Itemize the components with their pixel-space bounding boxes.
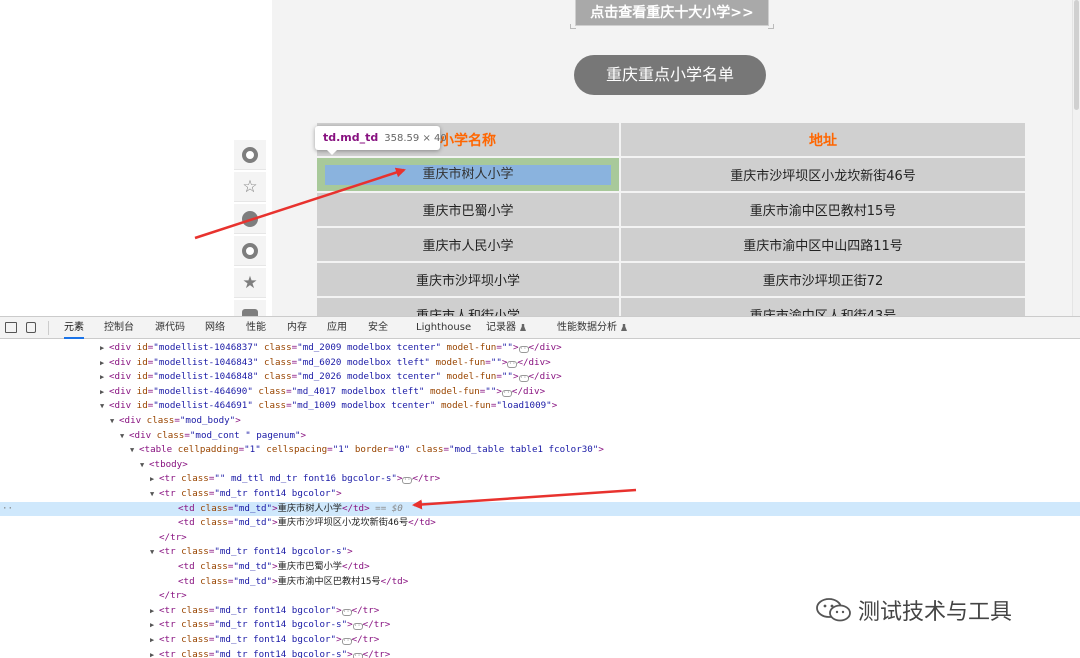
dom-node[interactable]: ▶ <div id="modellist-1046843" class="md_6… [0, 356, 1080, 371]
school-name-cell[interactable]: 重庆市沙坪坝小学 [317, 263, 619, 296]
watermark-text: 测试技术与工具 [858, 600, 1013, 625]
experimental-flask-icon [520, 324, 526, 331]
experimental-flask-icon [621, 324, 627, 331]
weibo-icon [242, 211, 258, 227]
tooltip-tail [326, 149, 338, 155]
inspect-element-icon[interactable] [5, 322, 17, 333]
favorite-share-button[interactable]: ☆ [234, 172, 266, 202]
dom-node[interactable]: ▶ <tr class="md_tr font14 bgcolor">···</t… [0, 633, 1080, 648]
dom-node[interactable]: ▼ <table cellpadding="1" cellspacing="1" … [0, 443, 1080, 458]
tab-lighthouse[interactable]: Lighthouse [416, 317, 471, 339]
tab-network[interactable]: 网络 [205, 317, 225, 339]
qq-icon [242, 243, 258, 259]
dom-node-selected[interactable]: <td class="md_td">重庆市树人小学</td> == $0 ·· [0, 501, 1080, 517]
tab-recorder-label: 记录器 [486, 322, 516, 333]
share-sidebar: ☆ ★ [234, 140, 266, 316]
favorite-star-icon: ☆ [242, 177, 258, 197]
tab-recorder[interactable]: 记录器 [486, 317, 526, 339]
more-share-button[interactable] [234, 300, 266, 316]
dom-node[interactable]: <td class="md_td">重庆市沙坪坝区小龙坎新街46号</td> [0, 516, 1080, 531]
tab-performance[interactable]: 性能 [246, 317, 266, 339]
page-scrollbar-thumb[interactable] [1074, 0, 1079, 110]
link-bracket-right [768, 24, 774, 29]
tab-elements[interactable]: 元素 [64, 317, 84, 339]
link-bracket-left [570, 24, 576, 29]
star-icon: ★ [242, 273, 258, 293]
tooltip-size: 358.59 × 40 [384, 133, 447, 144]
dom-node[interactable]: ▶ <tr class="md_tr font14 bgcolor-s">···<… [0, 648, 1080, 658]
school-list-title: 重庆重点小学名单 [574, 55, 766, 95]
table-row: 重庆市树人小学 重庆市沙坪坝区小龙坎新街46号 [317, 158, 1025, 191]
address-cell[interactable]: 重庆市渝中区中山四路11号 [621, 228, 1025, 261]
wechat-logo-icon [816, 598, 851, 622]
device-toolbar-icon[interactable] [26, 322, 36, 333]
dom-node[interactable]: ▼ <div class="mod_body"> [0, 414, 1080, 429]
dom-node[interactable]: <td class="md_td">重庆市渝中区巴教村15号</td> [0, 575, 1080, 590]
dom-node[interactable]: ▶ <div id="modellist-1046848" class="md_2… [0, 370, 1080, 385]
table-row: 重庆市巴蜀小学 重庆市渝中区巴教村15号 [317, 193, 1025, 226]
address-cell[interactable]: 重庆市沙坪坝区小龙坎新街46号 [621, 158, 1025, 191]
address-cell[interactable]: 重庆市渝中区巴教村15号 [621, 193, 1025, 226]
dom-node[interactable]: </tr> [0, 531, 1080, 546]
dom-node[interactable]: ▶ <div id="modellist-464690" class="md_40… [0, 385, 1080, 400]
tooltip-tag: td.md_td [323, 131, 379, 144]
tab-divider [48, 321, 49, 335]
star-share-button[interactable]: ★ [234, 268, 266, 298]
school-name-cell[interactable]: 重庆市人和街小学 [317, 298, 619, 316]
dom-node[interactable]: ▶ <tr class="" md_ttl md_tr font16 bgcolo… [0, 472, 1080, 487]
gutter-marker: ·· [2, 502, 14, 514]
dom-node[interactable]: <td class="md_td">重庆市巴蜀小学</td> [0, 560, 1080, 575]
inspect-tooltip: td.md_td 358.59 × 40 [315, 126, 447, 150]
table-row: 重庆市人民小学 重庆市渝中区中山四路11号 [317, 228, 1025, 261]
school-table: 小学名称 地址 重庆市树人小学 重庆市沙坪坝区小龙坎新街46号 重庆市巴蜀小学 … [315, 121, 1027, 316]
tab-console[interactable]: 控制台 [104, 317, 134, 339]
dom-node[interactable]: ▼ <tr class="md_tr font14 bgcolor-s"> [0, 545, 1080, 560]
weibo-share-button[interactable] [234, 204, 266, 234]
tab-memory[interactable]: 内存 [287, 317, 307, 339]
webpage-viewport: 点击查看重庆十大小学>> 重庆重点小学名单 ☆ ★ 小学名称 地址 重庆市树人小… [0, 0, 1080, 316]
dom-node[interactable]: ▼ <div id="modellist-464691" class="md_10… [0, 399, 1080, 414]
address-cell[interactable]: 重庆市渝中区人和街43号 [621, 298, 1025, 316]
dom-node[interactable]: ▶ <div id="modellist-1046837" class="md_2… [0, 341, 1080, 356]
address-cell[interactable]: 重庆市沙坪坝正街72 [621, 263, 1025, 296]
tab-security[interactable]: 安全 [368, 317, 388, 339]
cell-text: 重庆市树人小学 [325, 164, 611, 185]
dom-node[interactable]: ▼ <tbody> [0, 458, 1080, 473]
top10-schools-link[interactable]: 点击查看重庆十大小学>> [575, 0, 769, 26]
tab-application[interactable]: 应用 [327, 317, 347, 339]
school-name-cell-selected[interactable]: 重庆市树人小学 [317, 158, 619, 191]
table-row: 重庆市人和街小学 重庆市渝中区人和街43号 [317, 298, 1025, 316]
tab-performance-insights-label: 性能数据分析 [557, 322, 617, 333]
qq-share-button[interactable] [234, 236, 266, 266]
qzone-share-button[interactable] [234, 140, 266, 170]
header-address: 地址 [621, 123, 1025, 156]
table-row: 重庆市沙坪坝小学 重庆市沙坪坝正街72 [317, 263, 1025, 296]
more-icon [242, 309, 258, 316]
qzone-icon [242, 147, 258, 163]
tab-sources[interactable]: 源代码 [155, 317, 185, 339]
tab-performance-insights[interactable]: 性能数据分析 [557, 317, 627, 339]
school-name-cell[interactable]: 重庆市巴蜀小学 [317, 193, 619, 226]
dom-node[interactable]: ▼ <tr class="md_tr font14 bgcolor"> [0, 487, 1080, 502]
school-name-cell[interactable]: 重庆市人民小学 [317, 228, 619, 261]
devtools-tabbar: 元素 控制台 源代码 网络 性能 内存 应用 安全 Lighthouse 记录器… [0, 317, 1080, 339]
dom-node[interactable]: ▼ <div class="mod_cont " pagenum"> [0, 429, 1080, 444]
